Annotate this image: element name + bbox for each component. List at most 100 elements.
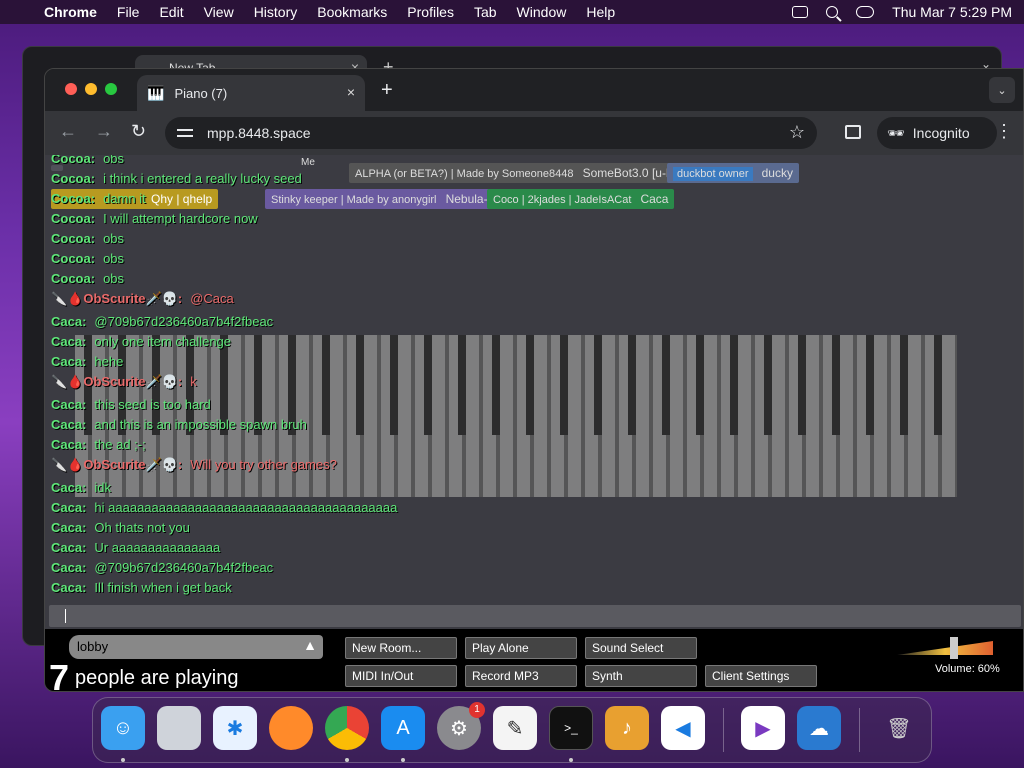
reload-icon[interactable]: ↻ <box>131 121 146 142</box>
play-alone-button[interactable]: Play Alone <box>465 637 577 659</box>
chat-author[interactable]: Caca: <box>51 354 86 369</box>
chat-author[interactable]: Cocoa: <box>51 191 95 206</box>
chat-text: Ill finish when i get back <box>94 580 232 595</box>
chat-author[interactable]: Caca: <box>51 560 86 575</box>
menubar-clock[interactable]: Thu Mar 7 5:29 PM <box>892 4 1012 20</box>
firefox-icon[interactable] <box>269 706 313 750</box>
vscode-icon[interactable]: ◀ <box>661 706 705 750</box>
launchpad-icon[interactable] <box>157 706 201 750</box>
record-mp3-button[interactable]: Record MP3 <box>465 665 577 687</box>
chat-message: 🔪🩸ObScurite🗡️💀: Will you try other games? <box>51 455 911 478</box>
chat-text: I will attempt hardcore now <box>103 211 258 226</box>
incognito-button[interactable]: 🕶 Incognito <box>877 117 997 149</box>
chat-author[interactable]: Caca: <box>51 480 86 495</box>
sound-select-button[interactable]: Sound Select <box>585 637 697 659</box>
chat-message: Caca: @709b67d236460a7b4f2fbeac <box>51 558 911 578</box>
close-icon[interactable]: × <box>347 84 355 100</box>
chat-message: Cocoa: i think i entered a really lucky s… <box>51 169 911 189</box>
visual-studio-icon[interactable]: ▶ <box>741 706 785 750</box>
safari-icon[interactable]: ✱ <box>213 706 257 750</box>
address-bar[interactable]: mpp.8448.space ☆ <box>165 117 817 149</box>
chat-author[interactable]: 🔪🩸ObScurite🗡️💀: <box>51 291 182 306</box>
menu-window[interactable]: Window <box>517 4 567 20</box>
chat-message: Cocoa: obs <box>51 269 911 289</box>
finder-icon[interactable]: ☺ <box>101 706 145 750</box>
screen-mirroring-icon[interactable] <box>792 6 809 18</box>
side-panel-icon[interactable] <box>845 125 861 139</box>
chat-author[interactable]: Caca: <box>51 520 86 535</box>
volume-slider[interactable] <box>897 641 993 655</box>
room-select[interactable]: lobby ▲ <box>69 635 323 659</box>
chat-author[interactable]: Caca: <box>51 397 86 412</box>
menu-history[interactable]: History <box>254 4 298 20</box>
system-settings-icon[interactable]: ⚙ 1 <box>437 702 485 750</box>
tab-title: Piano (7) <box>174 85 228 101</box>
chrome-icon[interactable] <box>325 706 369 750</box>
menu-bookmarks[interactable]: Bookmarks <box>317 4 387 20</box>
trash-icon[interactable]: 🗑 <box>877 706 921 750</box>
spotlight-search-icon[interactable] <box>826 6 839 18</box>
control-center-icon[interactable] <box>856 6 875 18</box>
chat-author[interactable]: 🔪🩸ObScurite🗡️💀: <box>51 374 182 389</box>
weather-icon[interactable]: ☁ <box>797 706 841 750</box>
chat-message: Caca: the ad ;-; <box>51 435 911 455</box>
chat-author[interactable]: Cocoa: <box>51 171 95 186</box>
chat-message: 🔪🩸ObScurite🗡️💀: k <box>51 372 911 395</box>
chevron-down-icon[interactable]: ⌄ <box>989 77 1015 103</box>
chat-text: Ur aaaaaaaaaaaaaaa <box>94 540 221 555</box>
tab-strip: 🎹 Piano (7) × + ⌄ <box>45 69 1023 111</box>
menu-tab[interactable]: Tab <box>474 4 497 20</box>
terminal-icon[interactable]: >_ <box>549 706 593 750</box>
chat-text: obs <box>103 231 125 246</box>
volume-knob[interactable] <box>949 637 958 659</box>
garageband-icon[interactable]: ♪ <box>605 706 649 750</box>
forward-arrow-icon[interactable]: → <box>95 121 113 142</box>
more-menu-icon[interactable]: ⋮ <box>995 121 1013 142</box>
menu-edit[interactable]: Edit <box>159 4 183 20</box>
site-info-icon[interactable] <box>177 127 193 139</box>
chat-author[interactable]: 🔪🩸ObScurite🗡️💀: <box>51 457 182 472</box>
menu-view[interactable]: View <box>204 4 234 20</box>
chat-author[interactable]: Caca: <box>51 417 86 432</box>
chat-author[interactable]: Cocoa: <box>51 271 95 286</box>
menu-bar: Chrome File Edit View History Bookmarks … <box>0 0 1024 24</box>
chat-author[interactable]: Caca: <box>51 334 86 349</box>
new-tab-button[interactable]: + <box>381 79 393 102</box>
chat-author[interactable]: Caca: <box>51 580 86 595</box>
chat-author[interactable]: Cocoa: <box>51 211 95 226</box>
chat-text: the ad ;-; <box>94 437 146 452</box>
tab-piano[interactable]: 🎹 Piano (7) × <box>137 75 365 111</box>
menu-help[interactable]: Help <box>586 4 615 20</box>
close-window-button[interactable] <box>65 83 77 95</box>
menu-profiles[interactable]: Profiles <box>407 4 454 20</box>
chat-author[interactable]: Cocoa: <box>51 155 95 166</box>
back-arrow-icon[interactable]: ← <box>59 121 77 142</box>
app-store-icon[interactable]: A <box>381 706 425 750</box>
chat-author[interactable]: Caca: <box>51 314 86 329</box>
dock: ☺ ✱ A ⚙ 1 ✎ >_ ♪ ◀ ▶ ☁ 🗑 <box>92 697 932 763</box>
chat-text: obs <box>103 155 125 166</box>
chat-message: 🔪🩸ObScurite🗡️💀: @Caca <box>51 289 911 312</box>
midi-button[interactable]: MIDI In/Out <box>345 665 457 687</box>
controls-bar: lobby ▲ 7 people are playing New Room...… <box>45 629 1023 691</box>
chat-author[interactable]: Caca: <box>51 500 86 515</box>
chat-author[interactable]: Caca: <box>51 437 86 452</box>
new-room-button[interactable]: New Room... <box>345 637 457 659</box>
triangle-up-icon[interactable]: ▲ <box>301 637 319 655</box>
menu-file[interactable]: File <box>117 4 140 20</box>
synth-button[interactable]: Synth <box>585 665 697 687</box>
menu-app-name[interactable]: Chrome <box>44 4 97 20</box>
chat-author[interactable]: Cocoa: <box>51 231 95 246</box>
dock-separator <box>723 708 724 752</box>
chat-author[interactable]: Cocoa: <box>51 251 95 266</box>
incognito-label: Incognito <box>912 125 970 141</box>
window-controls <box>65 83 117 95</box>
zoom-window-button[interactable] <box>105 83 117 95</box>
chat-text: idk <box>94 480 112 495</box>
minimize-window-button[interactable] <box>85 83 97 95</box>
chat-input[interactable] <box>49 605 1021 627</box>
textedit-icon[interactable]: ✎ <box>493 706 537 750</box>
client-settings-button[interactable]: Client Settings <box>705 665 817 687</box>
chat-author[interactable]: Caca: <box>51 540 86 555</box>
bookmark-star-icon[interactable]: ☆ <box>789 122 805 143</box>
